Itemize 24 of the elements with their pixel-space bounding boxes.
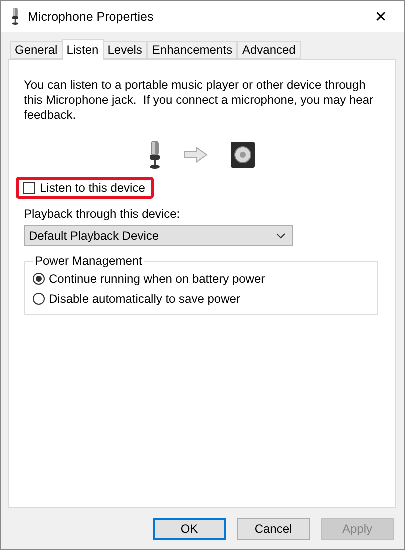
speaker-icon	[230, 141, 256, 169]
window-title: Microphone Properties	[28, 10, 155, 24]
radio-button[interactable]	[33, 293, 45, 305]
checkbox-label: Listen to this device	[40, 181, 146, 195]
radio-label: Continue running when on battery power	[49, 272, 266, 286]
dialog-button[interactable]: OK	[153, 518, 226, 540]
group-title: Power Management	[34, 254, 144, 268]
description-text: You can listen to a portable music player or other device through this Microphone jack. If you connect a microphone, you may hear feedback.	[24, 78, 375, 123]
playback-label: Playback through this device:	[24, 207, 182, 221]
microphone-icon	[148, 141, 162, 169]
playback-dropdown[interactable]: Default Playback Device	[24, 225, 293, 246]
dialog-button[interactable]: Cancel	[237, 518, 310, 540]
tab[interactable]: General	[10, 41, 63, 59]
tab[interactable]: Enhancements	[147, 41, 238, 59]
tab[interactable]: Listen	[62, 39, 104, 60]
tab[interactable]: Advanced	[237, 41, 301, 59]
checkbox[interactable]	[23, 182, 35, 194]
radio-label: Disable automatically to save power	[49, 292, 240, 306]
tab[interactable]: Levels	[102, 41, 148, 59]
radio-button[interactable]	[33, 273, 45, 285]
microphone-icon	[11, 8, 20, 25]
arrow-icon	[184, 147, 208, 163]
close-button[interactable]: ✕	[358, 1, 404, 32]
chevron-down-icon	[276, 232, 286, 238]
